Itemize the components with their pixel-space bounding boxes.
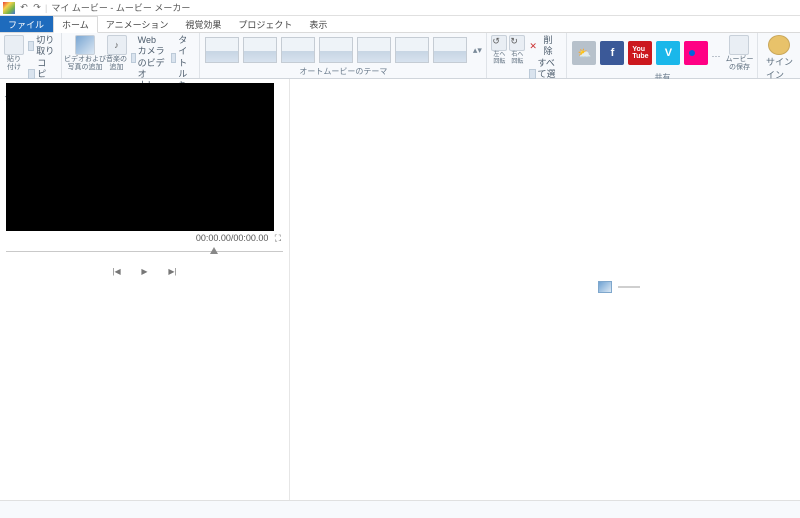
slider-track [6, 251, 283, 252]
content-area: 00:00.00/00:00.00 ⛶ |◀ ▶ ▶| [0, 79, 800, 500]
add-media-placeholder[interactable] [598, 281, 640, 293]
group-label-themes: オートムービーのテーマ [299, 65, 387, 78]
title-button[interactable]: タイトル [169, 35, 196, 80]
save-movie-button[interactable]: ムービーの保存 [725, 35, 753, 71]
app-icon [3, 2, 15, 14]
theme-thumb-3[interactable] [281, 37, 315, 63]
cut-icon [28, 41, 34, 51]
select-all-icon [529, 69, 535, 79]
group-themes: ▴▾ オートムービーのテーマ [200, 33, 487, 78]
fullscreen-button[interactable]: ⛶ [275, 233, 281, 243]
add-media-button[interactable]: ビデオおよび 写真の追加 [66, 35, 104, 71]
status-bar [0, 500, 800, 518]
share-vimeo[interactable]: V [656, 41, 680, 65]
tab-home[interactable]: ホーム [53, 16, 98, 33]
add-media-icon [75, 35, 95, 55]
rotate-right-button[interactable]: ↻ 右へ 回転 [509, 35, 525, 65]
share-skydrive[interactable]: ⛅ [572, 41, 596, 65]
theme-thumb-7[interactable] [433, 37, 467, 63]
share-facebook[interactable]: f [600, 41, 624, 65]
save-movie-icon [729, 35, 749, 55]
ribbon-tabs: ファイル ホーム アニメーション 視覚効果 プロジェクト 表示 [0, 16, 800, 33]
group-edit: ↺ 左へ 回転 ↻ 右へ 回転 ✕ 削除 すべて選択 編集 [487, 33, 567, 78]
ribbon: 貼り 付け 切り取り コピー クリップボード ビデオおよび 写真の追加 ♪ 音楽… [0, 33, 800, 79]
theme-thumb-2[interactable] [243, 37, 277, 63]
tab-file[interactable]: ファイル [0, 16, 53, 32]
title-bar: ↶ ↷ | マイ ムービー - ムービー メーカー [0, 0, 800, 16]
tab-view[interactable]: 表示 [301, 16, 336, 32]
webcam-icon [131, 53, 136, 63]
theme-thumb-4[interactable] [319, 37, 353, 63]
storyboard-pane[interactable] [290, 79, 800, 500]
qat-redo[interactable]: ↷ [32, 3, 42, 13]
prev-frame-button[interactable]: |◀ [109, 265, 125, 277]
play-button[interactable]: ▶ [137, 265, 153, 277]
webcam-button[interactable]: Web カメラのビデオ [129, 35, 167, 80]
add-music-button[interactable]: ♪ 音楽の 追加 [106, 35, 127, 71]
paste-icon [4, 35, 24, 55]
remove-button[interactable]: ✕ 削除 [527, 35, 562, 58]
group-clipboard: 貼り 付け 切り取り コピー クリップボード [0, 33, 62, 78]
theme-thumb-6[interactable] [395, 37, 429, 63]
group-add: ビデオおよび 写真の追加 ♪ 音楽の 追加 Web カメラのビデオ ナレーション… [62, 33, 200, 78]
next-frame-button[interactable]: ▶| [165, 265, 181, 277]
tab-visual-effects[interactable]: 視覚効果 [177, 16, 230, 32]
preview-pane: 00:00.00/00:00.00 ⛶ |◀ ▶ ▶| [0, 79, 290, 500]
group-signin: サイン イン サインイン [758, 33, 800, 78]
qat-undo[interactable]: ↶ [19, 3, 29, 13]
window-title: マイ ムービー - ムービー メーカー [51, 1, 190, 14]
slider-thumb[interactable] [210, 247, 218, 254]
share-youtube[interactable]: YouTube [628, 41, 652, 65]
qat-sep: | [45, 3, 47, 13]
tab-animation[interactable]: アニメーション [98, 16, 178, 32]
user-icon [768, 35, 790, 55]
signin-button[interactable]: サイン イン [762, 35, 796, 81]
seek-slider[interactable] [6, 247, 283, 257]
time-display: 00:00.00/00:00.00 [196, 233, 269, 243]
paste-button[interactable]: 貼り 付け [4, 35, 24, 71]
theme-gallery-expand[interactable]: ▴▾ [472, 37, 482, 63]
theme-thumb-1[interactable] [205, 37, 239, 63]
group-share: ⛅ f YouTube V ··· ムービーの保存 共有 [567, 33, 758, 78]
cut-button[interactable]: 切り取り [26, 35, 57, 58]
video-preview [6, 83, 274, 231]
share-more[interactable]: ··· [711, 45, 723, 61]
share-flickr[interactable] [684, 41, 708, 65]
title-icon [171, 53, 176, 63]
copy-icon [28, 69, 35, 79]
rotate-left-button[interactable]: ↺ 左へ 回転 [491, 35, 507, 65]
rotate-left-icon: ↺ [491, 35, 507, 51]
placeholder-line [618, 286, 640, 288]
tab-project[interactable]: プロジェクト [230, 16, 301, 32]
rotate-right-icon: ↻ [509, 35, 525, 51]
music-icon: ♪ [107, 35, 127, 55]
theme-thumb-5[interactable] [357, 37, 391, 63]
placeholder-icon [598, 281, 612, 293]
